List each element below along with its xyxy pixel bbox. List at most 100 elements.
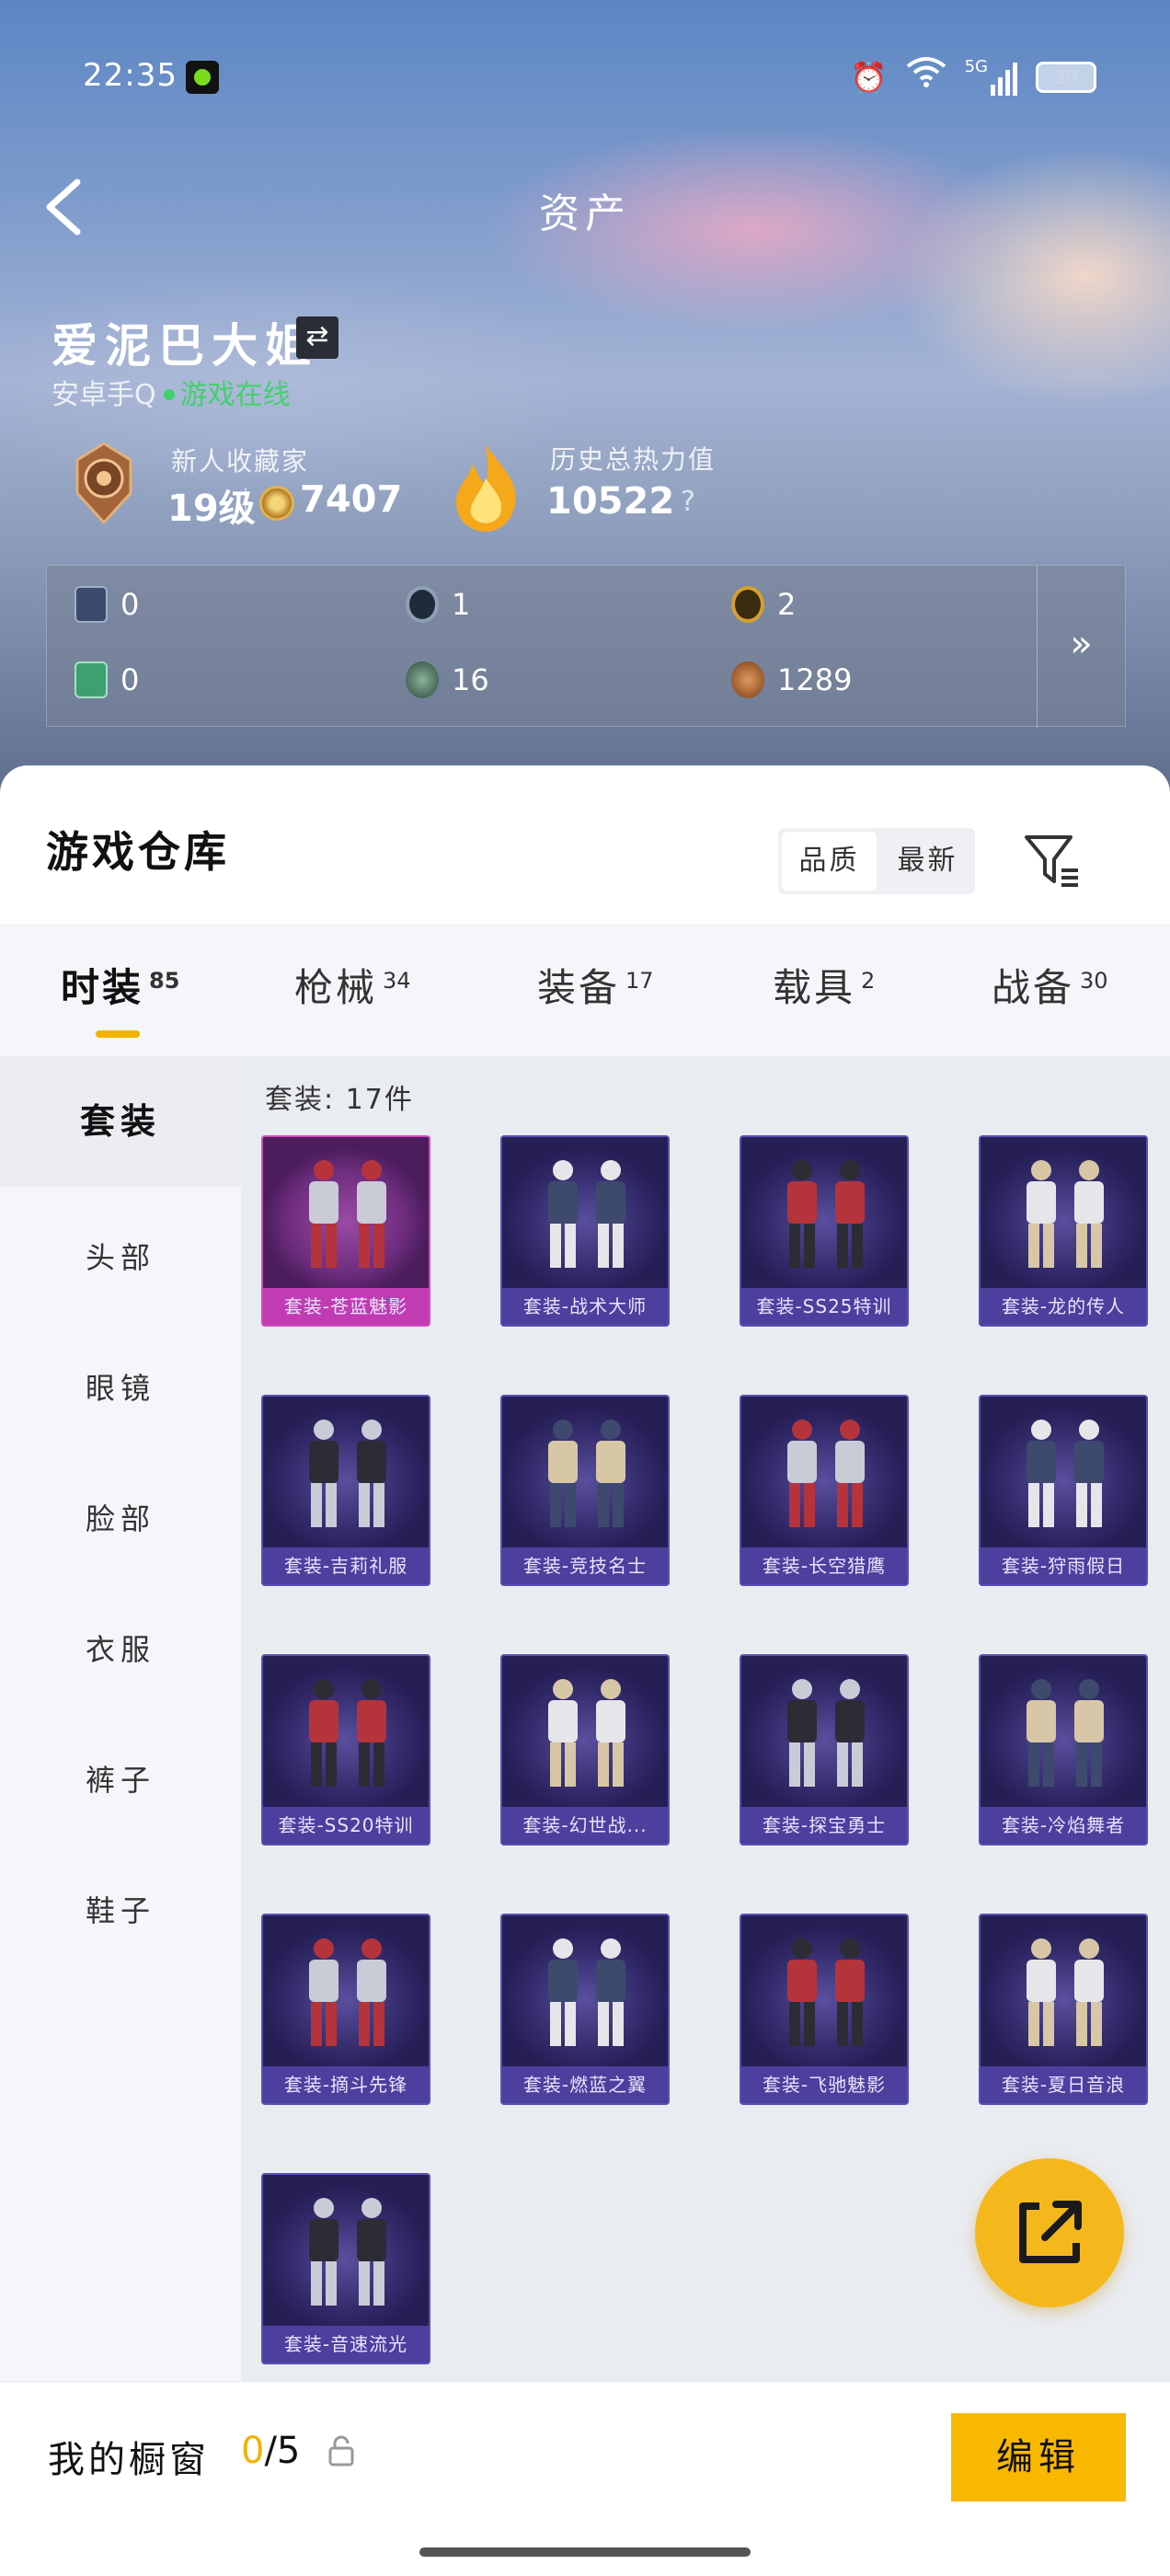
sort-newest-button[interactable]: 最新: [880, 828, 975, 894]
outfit-item[interactable]: 套装-飞驰魅影: [740, 1914, 909, 2105]
collector-level: 19级: [167, 488, 256, 530]
sidebar-item-suit[interactable]: 套装: [0, 1056, 241, 1187]
online-status: 游戏在线: [179, 379, 291, 411]
outfit-preview-icon: [548, 1679, 625, 1787]
tab-supplies[interactable]: 战备 30: [992, 957, 1108, 1013]
outfit-preview-icon: [787, 1420, 865, 1527]
showcase-count: 0/5: [241, 2430, 301, 2472]
outfit-preview-icon: [787, 1938, 865, 2046]
sidebar-item-glasses[interactable]: 眼镜: [0, 1323, 241, 1454]
account-info: 安卓手Q 游戏在线: [52, 372, 291, 412]
outfit-preview-icon: [548, 1938, 625, 2046]
outfit-preview-icon: [1027, 1160, 1104, 1268]
currency-item: 0: [75, 661, 139, 698]
outfit-item[interactable]: 套装-音速流光: [261, 2173, 430, 2364]
profile-header: 22:35 ⏰ 5G 39 资产 爱泥巴大姐 ⇄ 安卓手Q 游戏在线 新人收藏家…: [0, 0, 1170, 791]
edit-button[interactable]: 编辑: [951, 2413, 1126, 2501]
currency-item: 1289: [731, 661, 852, 698]
sort-toggle[interactable]: 品质 最新: [778, 828, 975, 894]
outfit-item[interactable]: 套装-SS20特训: [261, 1654, 430, 1846]
outfit-name: 套装-长空猎鹰: [741, 1547, 907, 1584]
help-icon[interactable]: ?: [681, 486, 695, 518]
bronze-coin-icon: [731, 661, 764, 698]
outfit-item[interactable]: 套装-冷焰舞者: [979, 1654, 1148, 1846]
signal-icon: 5G: [965, 58, 1017, 96]
currency-panel[interactable]: 0 1 2 0 16 1289 »: [46, 565, 1126, 728]
page-title: 资产: [539, 190, 631, 237]
item-count: 套装: 17件: [265, 1084, 414, 1116]
outfit-item[interactable]: 套装-摘斗先锋: [261, 1914, 430, 2105]
green-card-icon: [75, 661, 108, 698]
status-time: 22:35: [83, 57, 178, 94]
currency-item: 2: [731, 586, 796, 623]
tab-equipment[interactable]: 装备 17: [537, 957, 654, 1013]
outfit-preview-icon: [1027, 1938, 1104, 2046]
outfit-item[interactable]: 套装-夏日音浪: [979, 1914, 1148, 2105]
divider: [245, 488, 247, 523]
subcategory-sidebar: 套装 头部 眼镜 脸部 衣服 裤子 鞋子: [0, 1056, 241, 2449]
alarm-icon: ⏰: [850, 59, 888, 95]
currency-item: 1: [406, 586, 470, 623]
outfit-name: 套装-夏日音浪: [981, 2066, 1146, 2103]
outfit-name: 套装-苍蓝魅影: [263, 1288, 429, 1325]
outfit-item[interactable]: 套装-龙的传人: [979, 1135, 1148, 1327]
battery-icon: 39: [1036, 61, 1096, 93]
outfit-item[interactable]: 套装-探宝勇士: [740, 1654, 909, 1846]
outfit-name: 套装-SS25特训: [741, 1288, 907, 1325]
sidebar-item-clothes[interactable]: 衣服: [0, 1584, 241, 1715]
platform-label: 安卓手Q: [52, 379, 156, 411]
tab-weapons[interactable]: 枪械 34: [294, 957, 411, 1013]
outfit-name: 套装-狩雨假日: [981, 1547, 1146, 1584]
outfit-name: 套装-摘斗先锋: [263, 2066, 429, 2103]
outfit-preview-icon: [548, 1420, 625, 1527]
outfit-name: 套装-探宝勇士: [741, 1807, 907, 1844]
outfit-name: 套装-幻世战...: [502, 1807, 668, 1844]
outfit-name: 套装-竞技名士: [502, 1547, 668, 1584]
outfit-name: 套装-飞驰魅影: [741, 2066, 907, 2103]
username: 爱泥巴大姐: [52, 319, 318, 373]
heat-title: 历史总热力值: [550, 444, 717, 475]
outfit-preview-icon: [309, 1420, 386, 1527]
active-tab-indicator: [96, 1030, 140, 1038]
outfit-name: 套装-燃蓝之翼: [502, 2066, 668, 2103]
showcase-label: 我的橱窗: [48, 2439, 210, 2481]
sidebar-item-head[interactable]: 头部: [0, 1192, 241, 1323]
outfit-item[interactable]: 套装-长空猎鹰: [740, 1395, 909, 1586]
tab-vehicles[interactable]: 载具 2: [773, 957, 875, 1013]
coin-value: 7407: [300, 478, 403, 521]
flame-icon: [456, 445, 516, 532]
outfit-item[interactable]: 套装-苍蓝魅影: [261, 1135, 430, 1327]
outfit-preview-icon: [309, 1938, 386, 2046]
filter-icon[interactable]: [1023, 832, 1082, 891]
wifi-icon: [906, 55, 946, 98]
outfit-name: 套装-音速流光: [263, 2326, 429, 2363]
more-currencies-button[interactable]: »: [1037, 566, 1125, 728]
outfit-item[interactable]: 套装-战术大师: [500, 1135, 670, 1327]
outfit-item[interactable]: 套装-幻世战...: [500, 1654, 670, 1846]
sort-quality-button[interactable]: 品质: [782, 832, 877, 891]
sidebar-item-shoes[interactable]: 鞋子: [0, 1846, 241, 1976]
share-button[interactable]: [975, 2158, 1124, 2307]
gold-coin-icon: [731, 586, 764, 623]
sidebar-item-pants[interactable]: 裤子: [0, 1715, 241, 1846]
lock-icon: [328, 2435, 354, 2467]
switch-account-icon[interactable]: ⇄: [296, 316, 338, 359]
outfit-item[interactable]: 套装-吉莉礼服: [261, 1395, 430, 1586]
category-tabs: 时装 85 枪械 34 装备 17 载具 2 战备 30: [0, 924, 1170, 1056]
dark-orb-icon: [406, 661, 439, 698]
outfit-item[interactable]: 套装-SS25特训: [740, 1135, 909, 1327]
outfit-item[interactable]: 套装-狩雨假日: [979, 1395, 1148, 1586]
outfit-name: 套装-龙的传人: [981, 1288, 1146, 1325]
coin-icon: [259, 486, 294, 521]
silver-coin-icon: [406, 586, 439, 623]
home-indicator: [419, 2547, 751, 2557]
collector-medal-icon[interactable]: [66, 442, 142, 524]
tab-fashion[interactable]: 时装 85: [61, 957, 179, 1013]
outfit-item[interactable]: 套装-竞技名士: [500, 1395, 670, 1586]
medal-title: 新人收藏家: [171, 446, 310, 477]
outfit-preview-icon: [309, 1679, 386, 1787]
outfit-item[interactable]: 套装-燃蓝之翼: [500, 1914, 670, 2105]
outfit-name: 套装-冷焰舞者: [981, 1807, 1146, 1844]
sidebar-item-face[interactable]: 脸部: [0, 1454, 241, 1584]
online-dot-icon: [163, 389, 175, 400]
